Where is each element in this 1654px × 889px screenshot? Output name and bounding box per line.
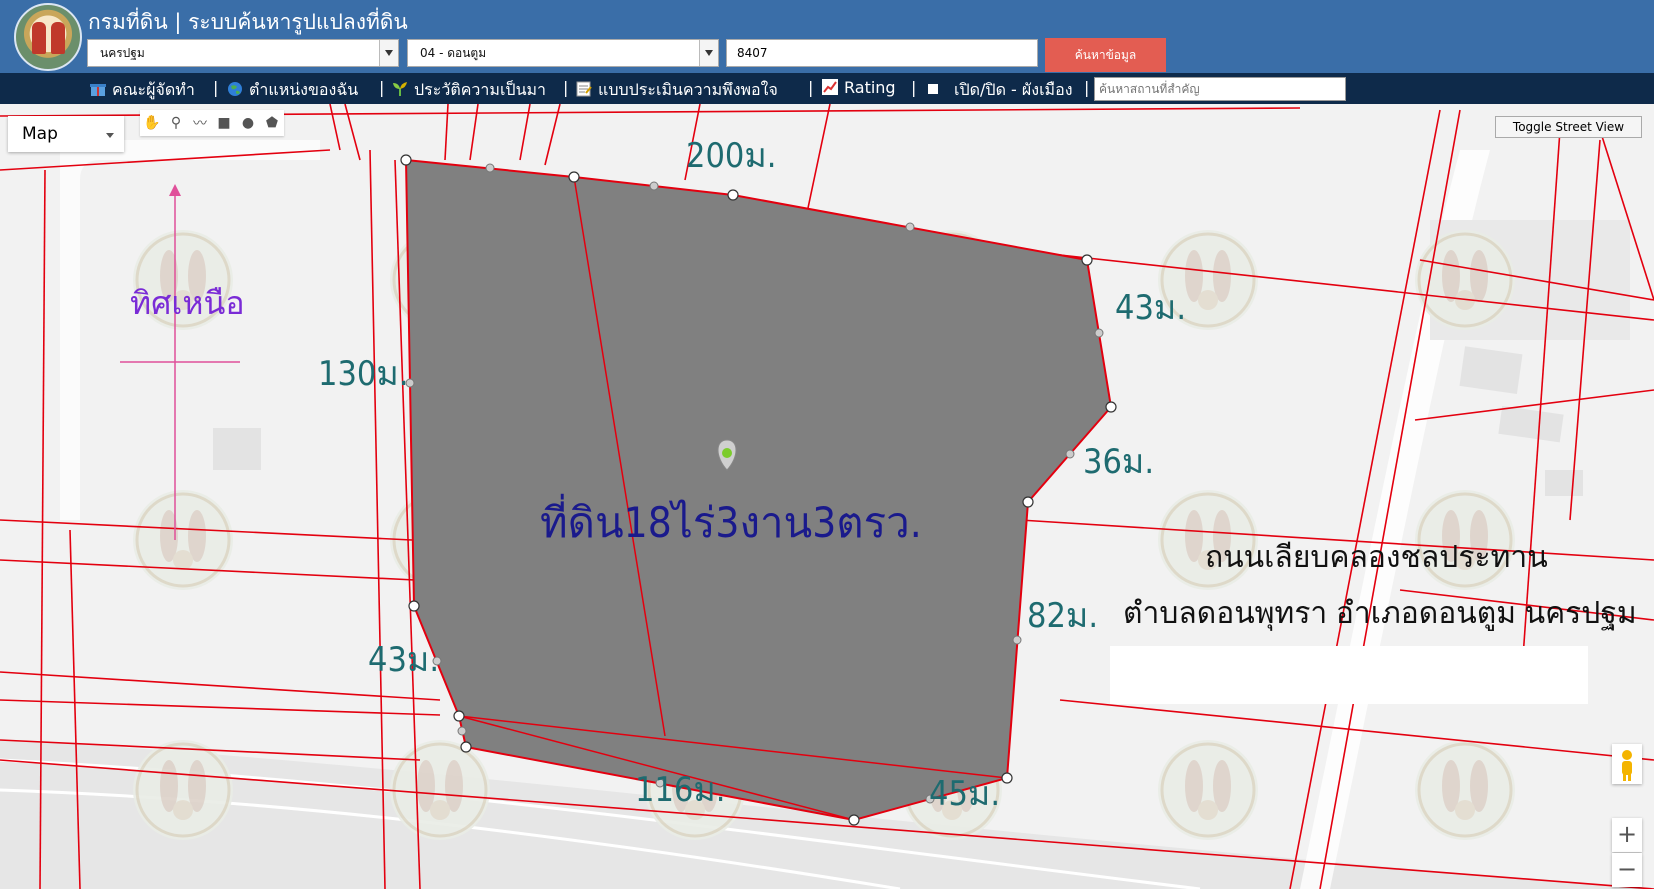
road-label: ถนนเลียบคลองชลประทาน — [1205, 540, 1548, 575]
department-logo — [14, 3, 82, 71]
dimension-label: 45ม. — [929, 774, 1001, 814]
area-label: ที่ดิน18ไร่3งาน3ตรว. — [540, 498, 922, 547]
menu-item-history[interactable]: ประวัติความเป็นมา — [392, 78, 546, 103]
map-canvas[interactable]: Map ✋ ⚲ 〰 ■ ● ⬟ Toggle Street View ทิศเห… — [0, 104, 1654, 889]
dimension-label: 36ม. — [1083, 442, 1155, 482]
menu-item-city-plan-toggle[interactable]: เปิด/ปิด - ผังเมือง — [928, 78, 1073, 103]
menu-item-survey-label: แบบประเมินความพึงพอใจ — [598, 80, 778, 99]
marker-tool-icon[interactable]: ⚲ — [164, 110, 188, 136]
menu-item-rating[interactable]: Rating — [822, 78, 896, 97]
chevron-down-icon — [379, 40, 398, 66]
zoom-in-button[interactable]: + — [1612, 818, 1642, 852]
map-type-select[interactable]: Map — [8, 116, 124, 152]
province-select[interactable]: นครปฐม — [87, 39, 399, 67]
hand-icon[interactable]: ✋ — [140, 110, 164, 136]
zoom-out-button[interactable]: − — [1612, 853, 1642, 887]
header-bar: กรมที่ดิน | ระบบค้นหารูปแปลงที่ดิน นครปฐ… — [0, 0, 1654, 73]
polygon-tool-icon[interactable]: ⬟ — [260, 110, 284, 136]
drawing-toolbar: ✋ ⚲ 〰 ■ ● ⬟ — [140, 110, 284, 136]
pegman-icon[interactable] — [1612, 744, 1642, 784]
toggle-street-view-button[interactable]: Toggle Street View — [1495, 116, 1642, 138]
menu-item-my-location[interactable]: ตำแหน่งของฉัน — [227, 78, 358, 103]
menu-item-rating-label: Rating — [844, 78, 896, 97]
sprout-icon — [392, 81, 408, 97]
app-title: กรมที่ดิน | ระบบค้นหารูปแปลงที่ดิน — [88, 10, 408, 34]
gift-icon — [90, 81, 106, 97]
parcel-number-input[interactable] — [726, 39, 1038, 67]
polyline-tool-icon[interactable]: 〰 — [188, 110, 212, 136]
dimension-label: 200ม. — [686, 136, 777, 176]
globe-icon — [227, 81, 243, 97]
chart-icon — [822, 79, 838, 95]
menu-item-survey[interactable]: แบบประเมินความพึงพอใจ — [576, 78, 778, 103]
place-search-input[interactable] — [1094, 77, 1346, 101]
chevron-down-icon — [699, 40, 718, 66]
district-select-value: 04 - ดอนตูม — [420, 46, 487, 60]
menu-item-my-location-label: ตำแหน่งของฉัน — [249, 80, 359, 99]
white-label-box — [1110, 646, 1588, 704]
dimension-label: 82ม. — [1027, 596, 1099, 636]
north-label: ทิศเหนือ — [130, 284, 245, 322]
circle-tool-icon[interactable]: ● — [236, 110, 260, 136]
province-select-value: นครปฐม — [100, 46, 145, 60]
dimension-label: 116ม. — [635, 770, 726, 810]
search-button[interactable]: ค้นหาข้อมูล — [1045, 38, 1166, 72]
menu-bar: คณะผู้จัดทำ | ตำแหน่งของฉัน | ประวัติควา… — [0, 73, 1654, 104]
menu-item-team-label: คณะผู้จัดทำ — [112, 80, 195, 99]
menu-item-team[interactable]: คณะผู้จัดทำ — [90, 78, 195, 103]
form-icon — [576, 81, 592, 97]
rectangle-tool-icon[interactable]: ■ — [212, 110, 236, 136]
dimension-label: 43ม. — [1115, 288, 1187, 328]
checkbox-icon[interactable] — [928, 84, 938, 94]
district-select[interactable]: 04 - ดอนตูม — [407, 39, 719, 67]
location-label: ตำบลดอนพุทรา อำเภอดอนตูม นครปฐม — [1123, 596, 1637, 631]
menu-item-history-label: ประวัติความเป็นมา — [414, 80, 547, 99]
menu-item-city-plan-label: เปิด/ปิด - ผังเมือง — [954, 80, 1073, 99]
dimension-label: 130ม. — [318, 354, 409, 394]
dimension-label: 43ม. — [368, 640, 440, 680]
